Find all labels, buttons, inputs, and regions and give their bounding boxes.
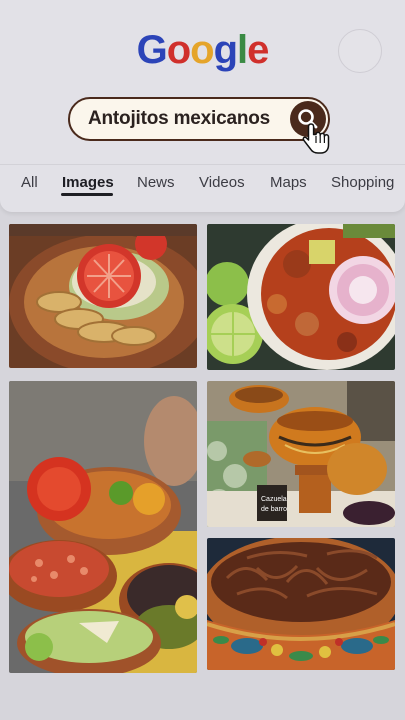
image-result[interactable]	[9, 381, 197, 673]
svg-text:Cazuela: Cazuela	[261, 496, 287, 503]
image-result[interactable]	[207, 224, 395, 370]
tab-all[interactable]: All	[21, 174, 38, 191]
tab-news[interactable]: News	[137, 174, 175, 191]
search-input[interactable]: Antojitos mexicanos	[88, 99, 270, 139]
search-bar[interactable]: Antojitos mexicanos	[68, 97, 330, 141]
logo-letter: g	[213, 28, 238, 72]
tab-maps[interactable]: Maps	[270, 174, 307, 191]
image-result[interactable]	[9, 224, 197, 368]
food-thumbnail: Cazuela de barro	[207, 381, 395, 527]
logo-letter: e	[247, 28, 269, 72]
food-thumbnail	[207, 538, 395, 670]
hand-cursor-icon	[302, 123, 330, 154]
tab-images[interactable]: Images	[62, 174, 114, 191]
food-thumbnail	[9, 224, 197, 368]
image-result[interactable]: Cazuela de barro	[207, 381, 395, 527]
food-thumbnail	[9, 381, 197, 673]
logo-letter: o	[166, 28, 191, 72]
avatar[interactable]	[338, 29, 382, 73]
logo-letter: o	[190, 28, 214, 72]
svg-text:de barro: de barro	[261, 506, 287, 513]
tab-shopping[interactable]: Shopping	[331, 174, 394, 191]
food-thumbnail	[207, 224, 395, 370]
logo-letter: l	[237, 28, 248, 72]
logo-letter: G	[136, 28, 168, 72]
tab-videos[interactable]: Videos	[199, 174, 245, 191]
active-tab-indicator	[61, 193, 113, 196]
image-result[interactable]	[207, 538, 395, 670]
